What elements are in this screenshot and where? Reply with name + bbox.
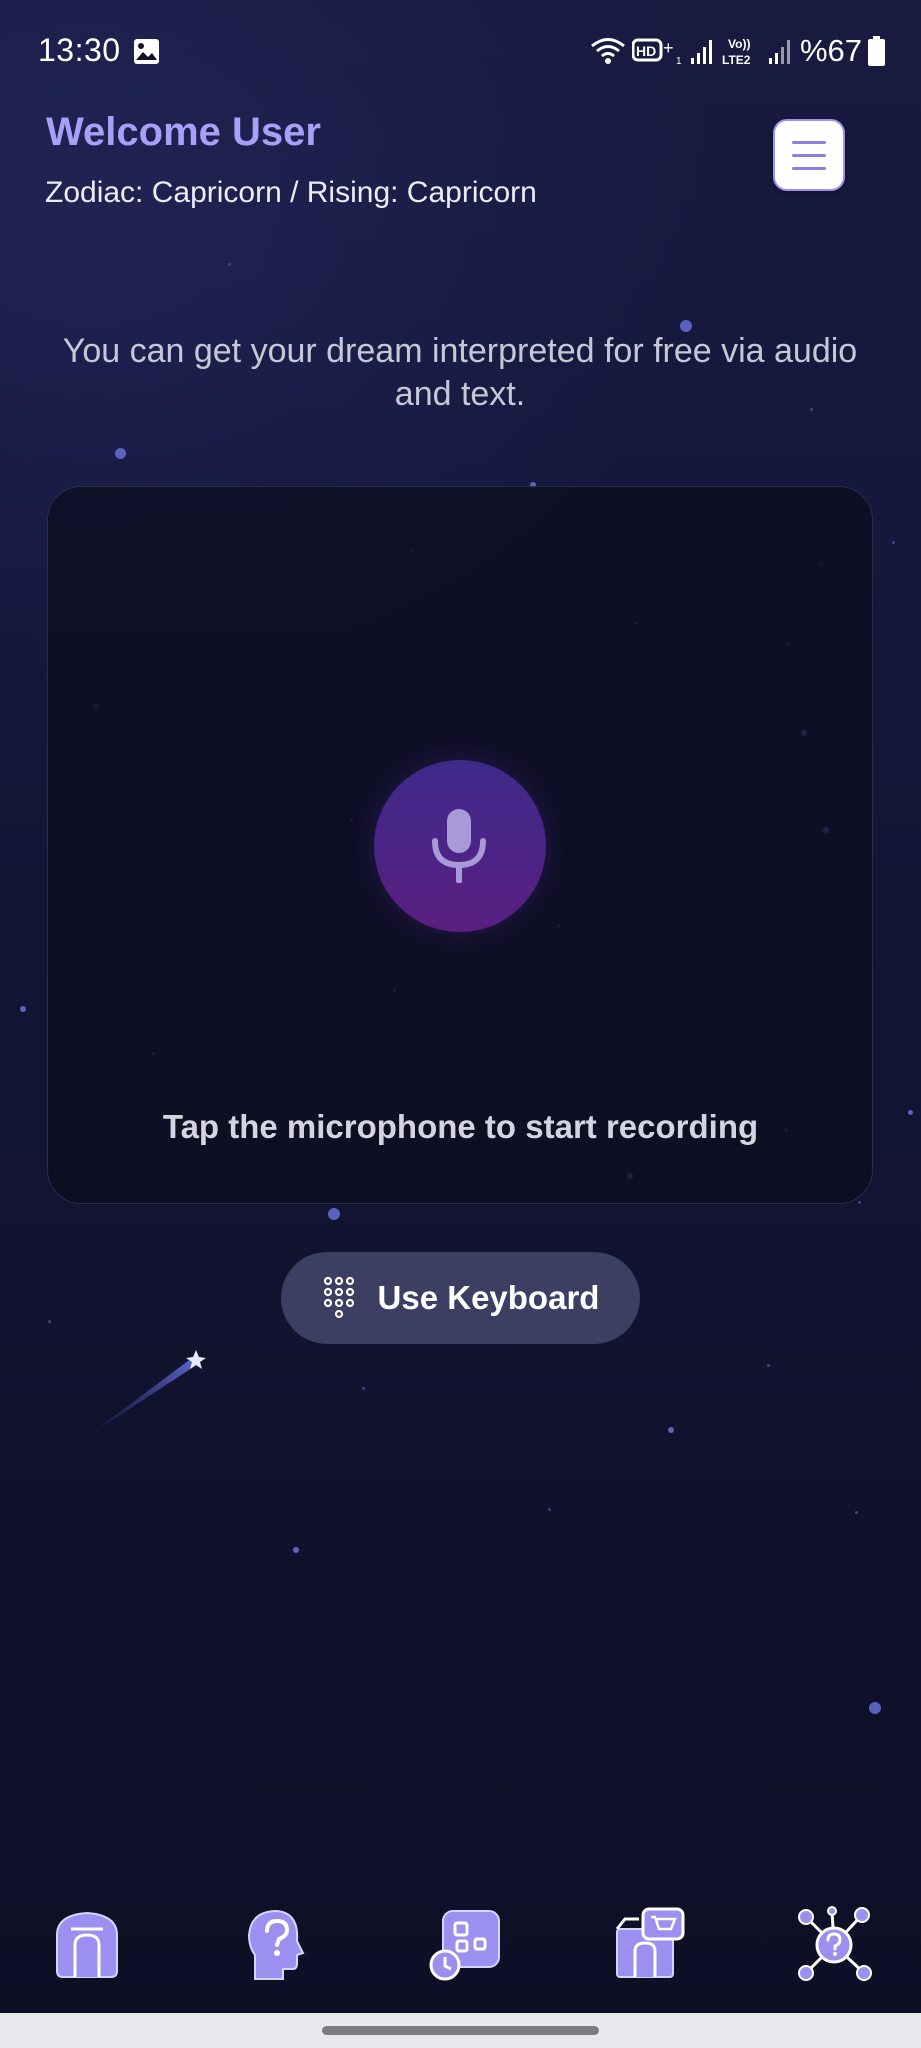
svg-text:1: 1 xyxy=(676,56,682,66)
zodiac-info: Zodiac: Capricorn / Rising: Capricorn xyxy=(45,176,537,209)
nav-home[interactable] xyxy=(47,1905,127,1985)
nav-history[interactable] xyxy=(425,1905,505,1985)
home-gesture-handle[interactable] xyxy=(322,2026,599,2035)
svg-text:Vo)): Vo)) xyxy=(728,37,750,51)
head-question-icon xyxy=(247,1909,305,1980)
svg-text:LTE2: LTE2 xyxy=(722,53,751,67)
hd-voice-icon: HD + 1 xyxy=(631,38,682,66)
nav-dream-consult[interactable] xyxy=(237,1905,317,1985)
bottom-nav xyxy=(0,1905,921,1985)
home-icon xyxy=(56,1911,118,1978)
wifi-icon xyxy=(591,38,625,64)
use-keyboard-button[interactable]: Use Keyboard xyxy=(281,1252,640,1344)
menu-button[interactable] xyxy=(773,119,845,191)
shop-icon xyxy=(615,1907,685,1978)
intro-text: You can get your dream interpreted for f… xyxy=(62,332,858,413)
recording-hint: Tap the microphone to start recording xyxy=(162,1108,759,1145)
image-icon xyxy=(134,39,159,64)
apps-clock-icon xyxy=(429,1910,500,1981)
svg-text:HD: HD xyxy=(636,43,656,59)
network-question-icon xyxy=(798,1906,872,1981)
status-bar: 13:30 HD + 1 Vo)) LTE2 %67 xyxy=(0,0,921,104)
battery-icon xyxy=(868,36,885,66)
keypad-icon xyxy=(323,1276,354,1319)
signal-icon xyxy=(690,40,712,64)
svg-text:+: + xyxy=(663,38,674,58)
hamburger-menu-icon xyxy=(792,140,826,144)
volte-icon: Vo)) LTE2 xyxy=(722,37,751,67)
use-keyboard-label: Use Keyboard xyxy=(377,1279,600,1316)
status-time: 13:30 xyxy=(38,32,121,68)
nav-shop[interactable] xyxy=(609,1905,689,1985)
signal-icon-2 xyxy=(768,40,790,64)
battery-percent: %67 xyxy=(799,33,862,68)
microphone-icon xyxy=(432,809,486,883)
shooting-star-icon xyxy=(85,1350,206,1438)
welcome-title: Welcome User xyxy=(46,110,321,154)
nav-network[interactable] xyxy=(794,1905,874,1985)
